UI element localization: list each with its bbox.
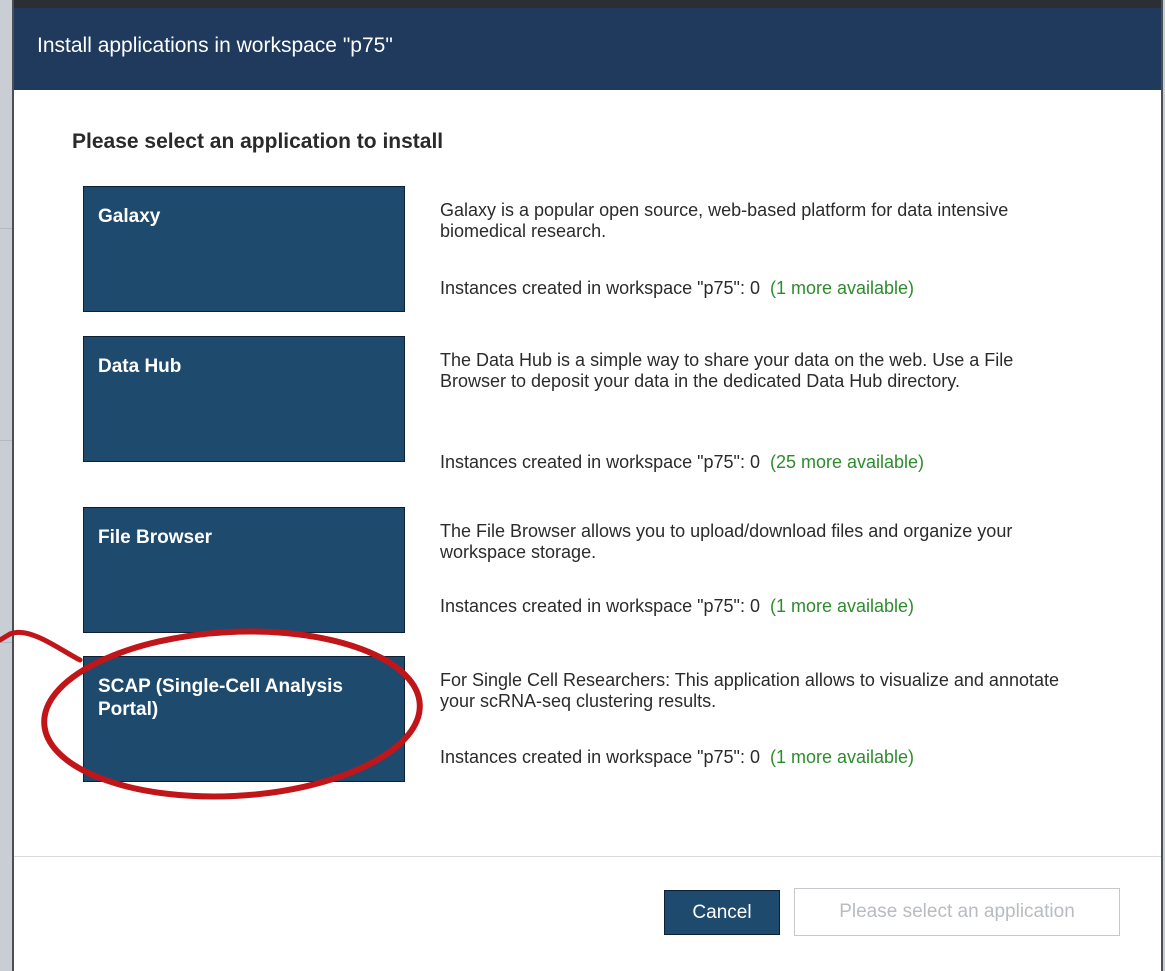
section-title: Please select an application to install — [72, 130, 444, 153]
app-description: For Single Cell Researchers: This applic… — [440, 670, 1059, 711]
app-instances: Instances created in workspace "p75": 0 (… — [440, 747, 914, 768]
instances-count-label: Instances created in workspace "p75": 0 — [440, 747, 760, 767]
app-instances: Instances created in workspace "p75": 0 (… — [440, 278, 914, 299]
app-description: The Data Hub is a simple way to share yo… — [440, 350, 1014, 391]
app-instances: Instances created in workspace "p75": 0 (… — [440, 596, 914, 617]
availability-label: (25 more available) — [769, 452, 925, 472]
backdrop-divider — [0, 440, 12, 441]
app-tile-name: Data Hub — [98, 356, 182, 377]
backdrop-divider — [0, 642, 12, 643]
app-tile-file-browser[interactable]: File Browser — [83, 507, 405, 633]
backdrop-divider — [0, 228, 12, 229]
cancel-button[interactable]: Cancel — [664, 890, 780, 935]
dialog-header: Install applications in workspace "p75" — [14, 0, 1161, 90]
app-tile-name: SCAP (Single-Cell Analysis Portal) — [98, 676, 343, 720]
footer-divider — [14, 856, 1161, 857]
app-tile-galaxy[interactable]: Galaxy — [83, 186, 405, 312]
app-description: Galaxy is a popular open source, web-bas… — [440, 200, 1009, 241]
app-tile-data-hub[interactable]: Data Hub — [83, 336, 405, 462]
instances-count-label: Instances created in workspace "p75": 0 — [440, 278, 760, 298]
app-tile-name: File Browser — [98, 527, 213, 548]
select-application-button: Please select an application — [794, 888, 1120, 936]
availability-label: (1 more available) — [769, 278, 915, 298]
availability-label: (1 more available) — [769, 596, 915, 616]
app-tile-name: Galaxy — [98, 206, 161, 227]
app-instances: Instances created in workspace "p75": 0 (… — [440, 452, 924, 473]
instances-count-label: Instances created in workspace "p75": 0 — [440, 452, 760, 472]
instances-count-label: Instances created in workspace "p75": 0 — [440, 596, 760, 616]
dialog-title: Install applications in workspace "p75" — [37, 34, 393, 57]
app-description: The File Browser allows you to upload/do… — [440, 521, 1013, 562]
install-applications-dialog: Install applications in workspace "p75" … — [12, 0, 1163, 971]
app-tile-scap[interactable]: SCAP (Single-Cell Analysis Portal) — [83, 656, 405, 782]
availability-label: (1 more available) — [769, 747, 915, 767]
